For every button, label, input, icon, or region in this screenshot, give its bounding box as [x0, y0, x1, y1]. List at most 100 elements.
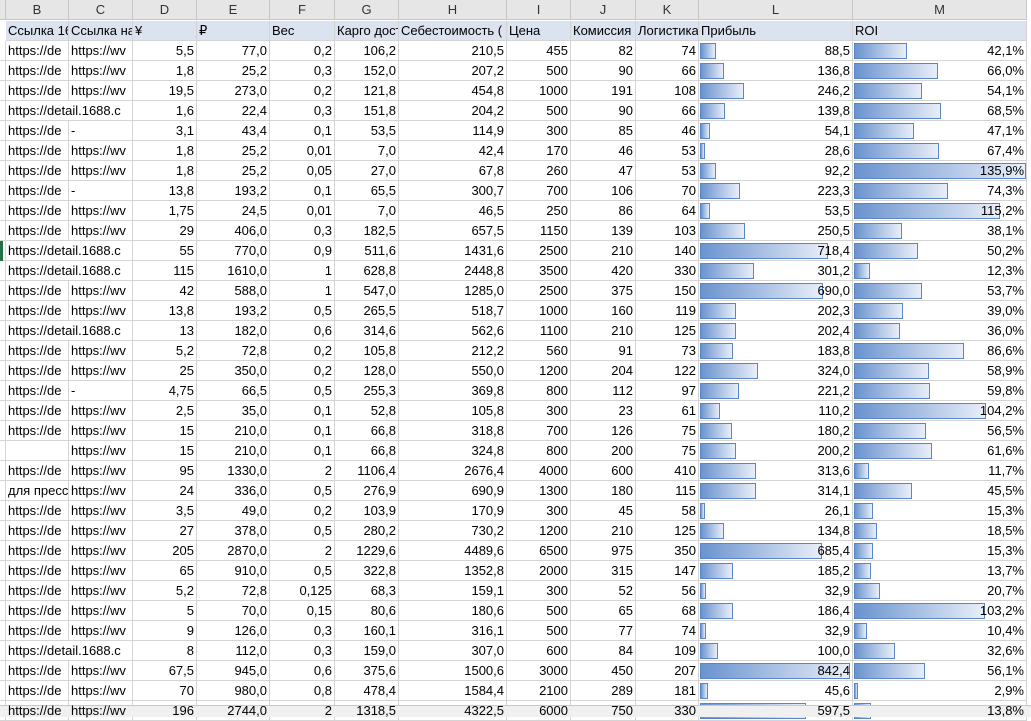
header-cell[interactable]: Ссылка 1688: [6, 21, 69, 41]
cell-i[interactable]: 2500: [507, 281, 571, 301]
cell-b[interactable]: https://de: [6, 41, 69, 61]
column-header-i[interactable]: I: [507, 0, 571, 20]
cell-b[interactable]: https://de: [6, 301, 69, 321]
cell-l[interactable]: 324,0: [699, 361, 853, 381]
cell-j[interactable]: 82: [571, 41, 636, 61]
cell-j[interactable]: 46: [571, 141, 636, 161]
cell-e[interactable]: 2870,0: [197, 541, 270, 561]
cell-h[interactable]: 4489,6: [399, 541, 507, 561]
cell-c[interactable]: https://wv: [69, 421, 133, 441]
column-header-j[interactable]: J: [571, 0, 636, 20]
cell-m[interactable]: 68,5%: [853, 101, 1027, 121]
cell-f[interactable]: 0,5: [270, 301, 335, 321]
cell-i[interactable]: 560: [507, 341, 571, 361]
cell-g[interactable]: 7,0: [335, 201, 399, 221]
cell-e[interactable]: 378,0: [197, 521, 270, 541]
cell-m[interactable]: 104,2%: [853, 401, 1027, 421]
cell-h[interactable]: 518,7: [399, 301, 507, 321]
cell-g[interactable]: 152,0: [335, 61, 399, 81]
column-header-d[interactable]: D: [133, 0, 197, 20]
cell-g[interactable]: 511,6: [335, 241, 399, 261]
cell-g[interactable]: 105,8: [335, 341, 399, 361]
cell-h[interactable]: 318,8: [399, 421, 507, 441]
cell-j[interactable]: 210: [571, 241, 636, 261]
cell-i[interactable]: 300: [507, 501, 571, 521]
cell-c[interactable]: https://wv: [69, 81, 133, 101]
cell-b[interactable]: https://de: [6, 461, 69, 481]
cell-g[interactable]: 547,0: [335, 281, 399, 301]
cell-i[interactable]: 300: [507, 401, 571, 421]
cell-h[interactable]: 369,8: [399, 381, 507, 401]
cell-d[interactable]: 15: [133, 441, 197, 461]
cell-m[interactable]: 45,5%: [853, 481, 1027, 501]
cell-d[interactable]: 205: [133, 541, 197, 561]
cell-g[interactable]: 375,6: [335, 661, 399, 681]
cell-e[interactable]: 1330,0: [197, 461, 270, 481]
cell-d[interactable]: 25: [133, 361, 197, 381]
cell-i[interactable]: 170: [507, 141, 571, 161]
cell-e[interactable]: 336,0: [197, 481, 270, 501]
cell-b[interactable]: https://de: [6, 421, 69, 441]
cell-f[interactable]: 0,125: [270, 581, 335, 601]
cell-e[interactable]: 588,0: [197, 281, 270, 301]
column-header-c[interactable]: C: [69, 0, 133, 20]
cell-c[interactable]: https://wv: [69, 701, 133, 721]
header-cell[interactable]: Себестоимость (: [399, 21, 507, 41]
cell-d[interactable]: 5,2: [133, 581, 197, 601]
cell-k[interactable]: 122: [636, 361, 699, 381]
cell-f[interactable]: 0,2: [270, 341, 335, 361]
cell-l[interactable]: 28,6: [699, 141, 853, 161]
cell-h[interactable]: 307,0: [399, 641, 507, 661]
header-cell[interactable]: Комиссия: [571, 21, 636, 41]
cell-j[interactable]: 289: [571, 681, 636, 701]
cell-k[interactable]: 109: [636, 641, 699, 661]
cell-f[interactable]: 0,9: [270, 241, 335, 261]
cell-i[interactable]: 4000: [507, 461, 571, 481]
cell-h[interactable]: 1431,6: [399, 241, 507, 261]
cell-f[interactable]: 0,8: [270, 681, 335, 701]
cell-f[interactable]: 1: [270, 281, 335, 301]
cell-b[interactable]: https://de: [6, 601, 69, 621]
header-cell[interactable]: Логистика: [636, 21, 699, 41]
cell-d[interactable]: 70: [133, 681, 197, 701]
cell-c[interactable]: -: [69, 181, 133, 201]
cell-l[interactable]: 54,1: [699, 121, 853, 141]
cell-f[interactable]: 1: [270, 261, 335, 281]
cell-h[interactable]: 204,2: [399, 101, 507, 121]
cell-c[interactable]: https://wv: [69, 461, 133, 481]
cell-j[interactable]: 315: [571, 561, 636, 581]
cell-e[interactable]: 112,0: [197, 641, 270, 661]
cell-g[interactable]: 106,2: [335, 41, 399, 61]
cell-j[interactable]: 375: [571, 281, 636, 301]
cell-j[interactable]: 180: [571, 481, 636, 501]
cell-k[interactable]: 207: [636, 661, 699, 681]
cell-k[interactable]: 75: [636, 441, 699, 461]
cell-k[interactable]: 74: [636, 41, 699, 61]
cell-h[interactable]: 42,4: [399, 141, 507, 161]
cell-k[interactable]: 181: [636, 681, 699, 701]
cell-h[interactable]: 562,6: [399, 321, 507, 341]
cell-h[interactable]: 207,2: [399, 61, 507, 81]
cell-c[interactable]: https://wv: [69, 61, 133, 81]
cell-i[interactable]: 700: [507, 421, 571, 441]
cell-g[interactable]: 68,3: [335, 581, 399, 601]
cell-h[interactable]: 324,8: [399, 441, 507, 461]
cell-d[interactable]: 5,2: [133, 341, 197, 361]
cell-j[interactable]: 45: [571, 501, 636, 521]
cell-b[interactable]: для пресса: [6, 481, 69, 501]
cell-l[interactable]: 842,4: [699, 661, 853, 681]
cell-d[interactable]: 95: [133, 461, 197, 481]
cell-m[interactable]: 135,9%: [853, 161, 1027, 181]
cell-h[interactable]: 170,9: [399, 501, 507, 521]
cell-d[interactable]: 55: [133, 241, 197, 261]
cell-d[interactable]: 1,8: [133, 61, 197, 81]
cell-e[interactable]: 210,0: [197, 441, 270, 461]
cell-f[interactable]: 0,1: [270, 421, 335, 441]
cell-b[interactable]: https://de: [6, 401, 69, 421]
cell-i[interactable]: 600: [507, 641, 571, 661]
cell-l[interactable]: 685,4: [699, 541, 853, 561]
cell-j[interactable]: 90: [571, 61, 636, 81]
cell-m[interactable]: 15,3%: [853, 501, 1027, 521]
cell-i[interactable]: 1000: [507, 301, 571, 321]
cell-b[interactable]: [6, 441, 69, 461]
